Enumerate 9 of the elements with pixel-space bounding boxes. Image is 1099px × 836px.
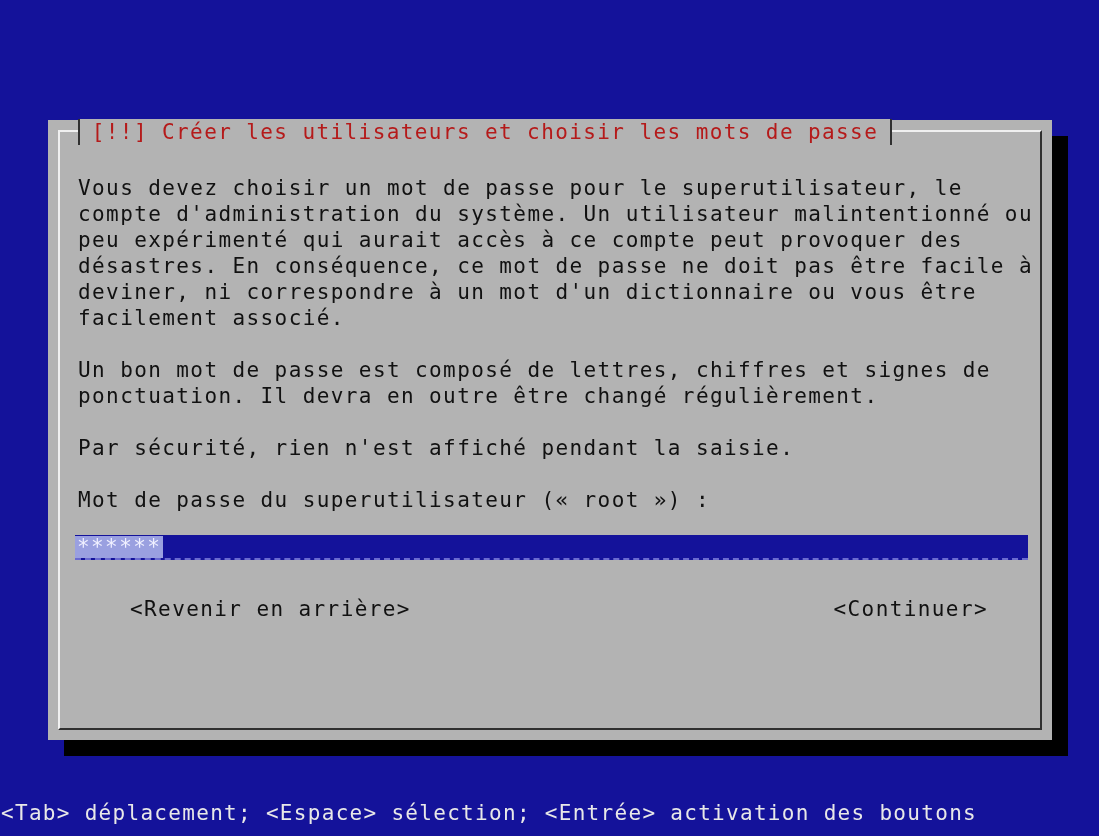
dialog-text: Vous devez choisir un mot de passe pour le superutilisateur, le compte d'administration du système. Un utilisateur malintentionné ou peu expérimenté qui aurait accès à ce compte peut provoquer des désastres. En conséquence, ce mot de passe ne doit pas être facile à deviner, ni correspondre à un mot d'un dictionnaire ou vous être facilement associé. (78, 175, 1034, 331)
dialog-text: Mot de passe du superutilisateur (« root ») : (78, 487, 711, 513)
key-hints-text: <Tab> déplacement; <Espace> sélection; <Entrée> activation des boutons (0, 800, 978, 827)
dialog-button[interactable]: <Continuer> (833, 596, 988, 622)
dialog-title: [!!] Créer les utilisateurs et choisir les mots de passe (77, 119, 893, 145)
dialog-text: Par sécurité, rien n'est affiché pendant la saisie. (78, 435, 796, 461)
dialog-button[interactable]: <Revenir en arrière> (130, 596, 411, 622)
password-value: ****** (75, 535, 164, 558)
dialog-text: Un bon mot de passe est composé de lettres, chiffres et signes de ponctuation. Il devra en outre être changé régulièrement. (78, 357, 992, 409)
